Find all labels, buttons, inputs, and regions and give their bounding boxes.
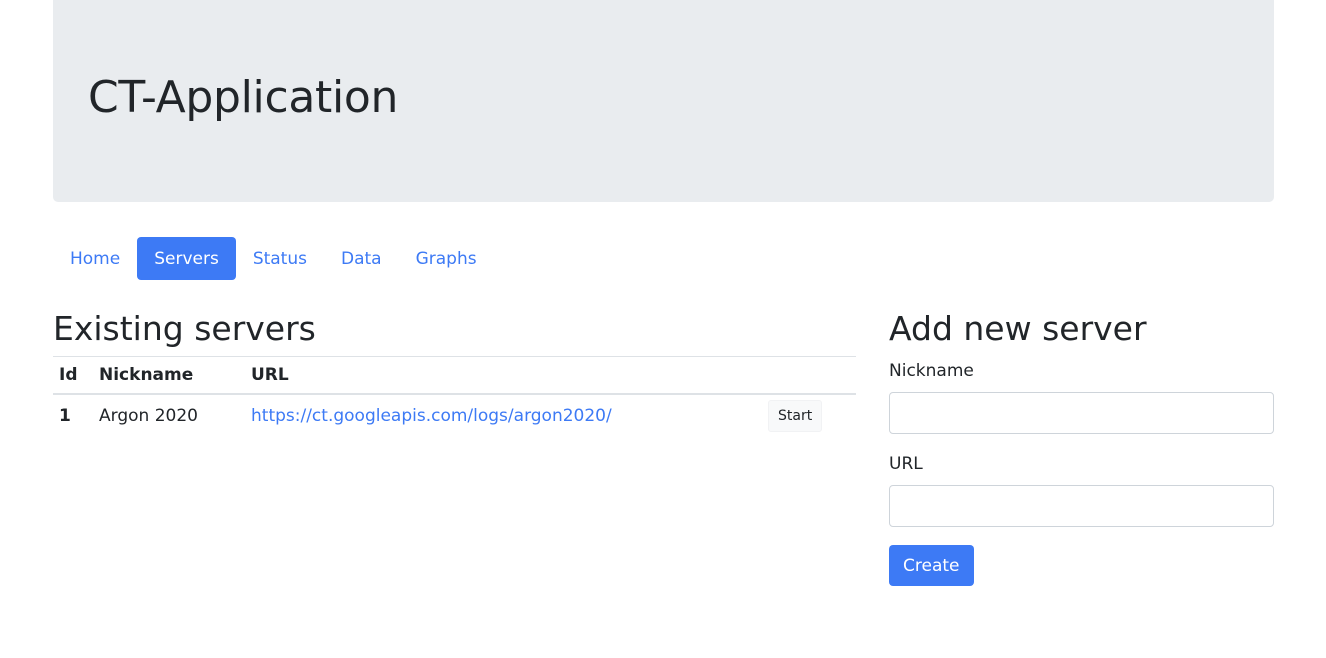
server-url-link[interactable]: https://ct.googleapis.com/logs/argon2020… bbox=[251, 406, 612, 426]
column-header-url: URL bbox=[245, 357, 756, 395]
start-button[interactable]: Start bbox=[768, 399, 823, 432]
table-row: 1 Argon 2020 https://ct.googleapis.com/l… bbox=[53, 394, 856, 436]
column-header-nickname: Nickname bbox=[93, 357, 245, 395]
existing-servers-heading: Existing servers bbox=[53, 305, 856, 357]
url-input[interactable] bbox=[889, 485, 1274, 527]
server-id-cell: 1 bbox=[59, 405, 71, 426]
server-nickname-cell: Argon 2020 bbox=[99, 405, 198, 426]
add-server-heading: Add new server bbox=[889, 309, 1147, 348]
nickname-label: Nickname bbox=[889, 361, 974, 381]
column-header-action bbox=[756, 357, 856, 395]
main-nav: Home Servers Status Data Graphs bbox=[53, 237, 494, 280]
server-action-cell: Start bbox=[756, 394, 856, 436]
header-jumbotron: CT-Application bbox=[53, 0, 1274, 202]
nav-home[interactable]: Home bbox=[53, 237, 137, 280]
app-title: CT-Application bbox=[88, 72, 399, 123]
server-url-cell: https://ct.googleapis.com/logs/argon2020… bbox=[245, 394, 756, 436]
servers-table: Id Nickname URL 1 Argon 2020 https://ct.… bbox=[53, 357, 856, 436]
url-label: URL bbox=[889, 454, 923, 474]
existing-servers-section: Existing servers Id Nickname URL 1 Argon… bbox=[53, 305, 856, 436]
column-header-id: Id bbox=[53, 357, 93, 395]
nav-servers[interactable]: Servers bbox=[137, 237, 236, 280]
create-button[interactable]: Create bbox=[889, 545, 974, 586]
table-header-row: Id Nickname URL bbox=[53, 357, 856, 395]
nav-status[interactable]: Status bbox=[236, 237, 324, 280]
nickname-input[interactable] bbox=[889, 392, 1274, 434]
nav-data[interactable]: Data bbox=[324, 237, 399, 280]
nav-graphs[interactable]: Graphs bbox=[399, 237, 494, 280]
add-server-section: Add new server Nickname URL Create bbox=[889, 305, 1274, 586]
